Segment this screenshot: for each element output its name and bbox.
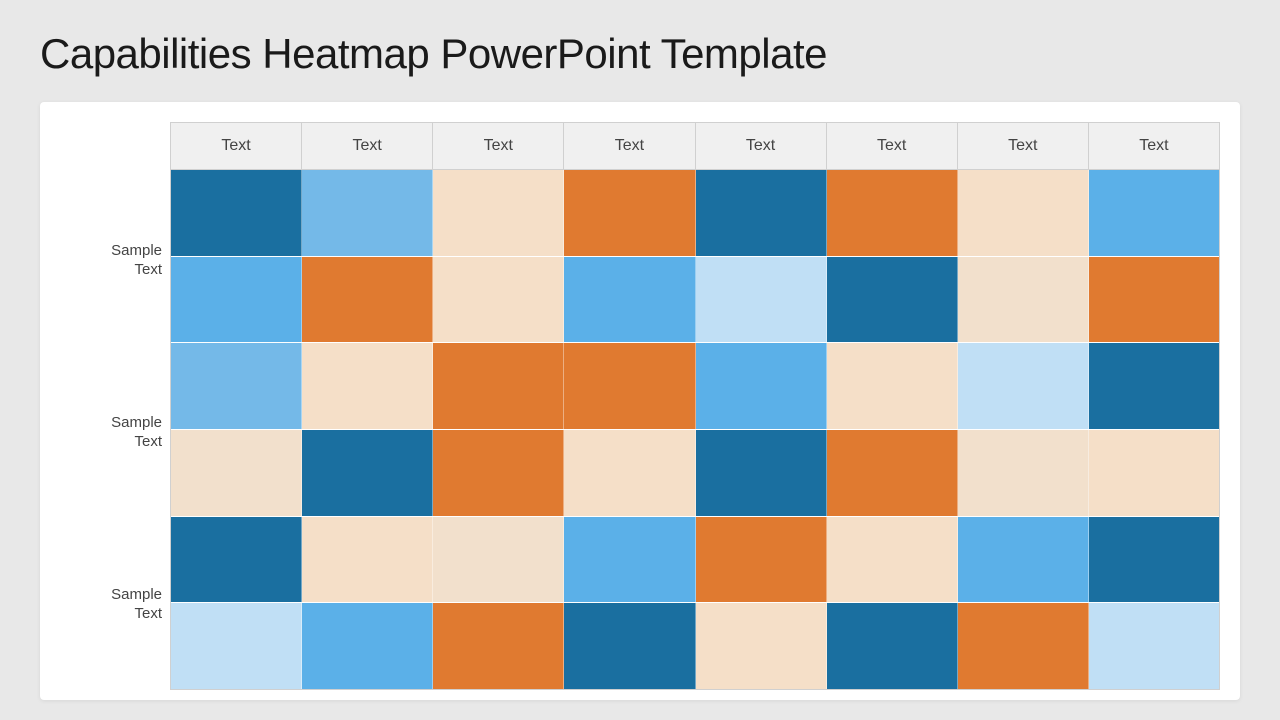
cell-r3-c6 [827,343,958,429]
cell-r4-c3 [433,430,564,516]
cell-r6-c8 [1089,603,1219,689]
cell-r4-c5 [696,430,827,516]
header-col-6: Text [827,123,958,169]
heatmap-card: SampleText SampleText SampleText Text Te… [40,102,1240,700]
cell-r2-c8 [1089,257,1219,343]
cell-r1-c4 [564,170,695,256]
header-col-2: Text [302,123,433,169]
cell-r2-c4 [564,257,695,343]
row-label-1: SampleText [111,241,162,280]
cell-r2-c7 [958,257,1089,343]
row-label-group-2: SampleText [60,346,162,518]
row-labels: SampleText SampleText SampleText [60,122,170,690]
cell-r1-c3 [433,170,564,256]
cell-r6-c1 [171,603,302,689]
heatmap-wrapper: SampleText SampleText SampleText Text Te… [60,122,1220,690]
table-row [171,170,1219,257]
cell-r4-c6 [827,430,958,516]
cell-r5-c7 [958,517,1089,603]
cell-r2-c6 [827,257,958,343]
cell-r3-c8 [1089,343,1219,429]
cell-r5-c3 [433,517,564,603]
row-label-2: SampleText [111,413,162,452]
header-col-5: Text [696,123,827,169]
table-row [171,517,1219,604]
page-title: Capabilities Heatmap PowerPoint Template [40,30,1240,78]
cell-r1-c1 [171,170,302,256]
cell-r5-c4 [564,517,695,603]
cell-r4-c1 [171,430,302,516]
cell-r5-c5 [696,517,827,603]
cell-r4-c4 [564,430,695,516]
row-label-group-1: SampleText [60,174,162,346]
table-row [171,430,1219,517]
header-row: Text Text Text Text Text Text Text Text [171,123,1219,170]
cell-r6-c7 [958,603,1089,689]
table-row [171,603,1219,689]
cell-r2-c5 [696,257,827,343]
cell-r4-c7 [958,430,1089,516]
cell-r5-c8 [1089,517,1219,603]
cell-r1-c7 [958,170,1089,256]
table-row [171,343,1219,430]
row-label-3: SampleText [111,585,162,624]
cell-r1-c6 [827,170,958,256]
cell-r3-c4 [564,343,695,429]
cell-r5-c1 [171,517,302,603]
cell-r6-c5 [696,603,827,689]
cell-r3-c7 [958,343,1089,429]
cell-r6-c2 [302,603,433,689]
header-col-4: Text [564,123,695,169]
cell-r4-c8 [1089,430,1219,516]
header-col-1: Text [171,123,302,169]
cell-r3-c1 [171,343,302,429]
header-col-8: Text [1089,123,1219,169]
cell-r5-c6 [827,517,958,603]
heatmap-grid: Text Text Text Text Text Text Text Text [170,122,1220,690]
cell-r5-c2 [302,517,433,603]
header-col-7: Text [958,123,1089,169]
cell-r2-c2 [302,257,433,343]
cell-r1-c5 [696,170,827,256]
cell-r1-c8 [1089,170,1219,256]
cell-r1-c2 [302,170,433,256]
row-label-group-3: SampleText [60,518,162,690]
cell-r6-c4 [564,603,695,689]
header-col-3: Text [433,123,564,169]
data-rows [171,170,1219,689]
table-row [171,257,1219,344]
cell-r4-c2 [302,430,433,516]
cell-r3-c2 [302,343,433,429]
cell-r3-c3 [433,343,564,429]
cell-r2-c1 [171,257,302,343]
cell-r2-c3 [433,257,564,343]
cell-r3-c5 [696,343,827,429]
cell-r6-c3 [433,603,564,689]
cell-r6-c6 [827,603,958,689]
